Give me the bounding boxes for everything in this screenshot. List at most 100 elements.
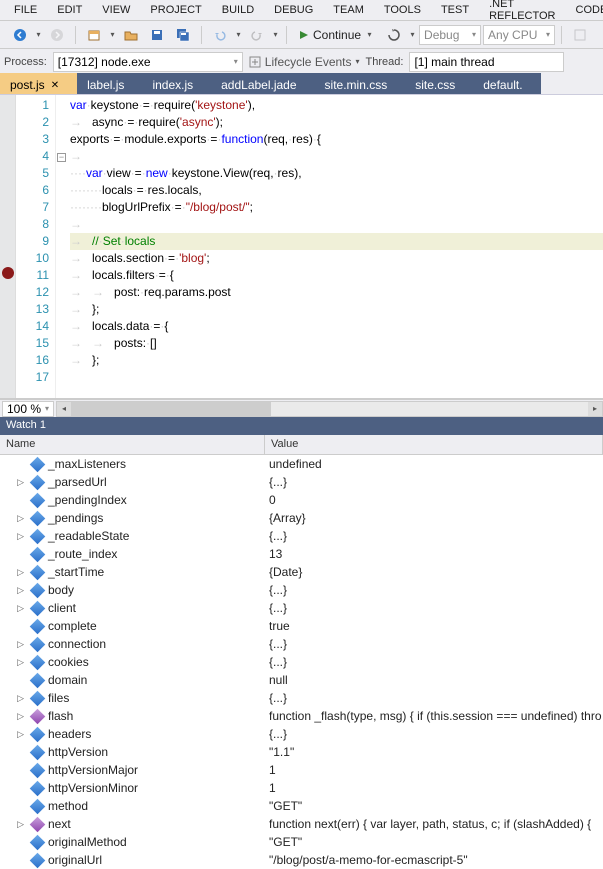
- lifecycle-button[interactable]: Lifecycle Events ▾: [249, 55, 360, 69]
- new-project-drop[interactable]: ▾: [108, 30, 117, 39]
- breakpoint-icon[interactable]: [2, 267, 14, 279]
- tab-site-css[interactable]: site.css: [405, 73, 473, 94]
- menu-file[interactable]: FILE: [4, 2, 47, 18]
- undo-button[interactable]: [208, 24, 232, 46]
- code-area[interactable]: var·keystone·=·require('keystone'),→ asy…: [70, 95, 603, 398]
- watch-row[interactable]: ▷_startTime{Date}: [0, 563, 603, 581]
- expand-toggle[interactable]: ▷: [0, 603, 28, 614]
- watch-row[interactable]: completetrue: [0, 617, 603, 635]
- watch-body[interactable]: _maxListenersundefined ▷ _parsedUrl {...} _p…: [0, 455, 603, 869]
- expand-toggle[interactable]: ▷: [0, 585, 28, 596]
- horizontal-scrollbar[interactable]: ◂ ▸: [56, 401, 603, 417]
- watch-col-value[interactable]: Value: [265, 435, 603, 454]
- watch-row[interactable]: httpVersionMinor1: [0, 779, 603, 797]
- scroll-right-button[interactable]: ▸: [588, 402, 602, 416]
- watch-row[interactable]: ▷flashfunction _flash(type, msg) { if (t…: [0, 707, 603, 725]
- expand-toggle[interactable]: ▷: [0, 513, 28, 524]
- watch-row[interactable]: ▷_pendings{Array}: [0, 509, 603, 527]
- field-icon: [28, 639, 46, 650]
- watch-row[interactable]: httpVersion"1.1": [0, 743, 603, 761]
- menu-test[interactable]: TEST: [431, 2, 479, 18]
- tab-site-min-css[interactable]: site.min.css: [315, 73, 406, 94]
- watch-row[interactable]: httpVersionMajor1: [0, 761, 603, 779]
- menu-reflector[interactable]: .NET REFLECTOR: [479, 0, 565, 24]
- watch-value: {...}: [265, 601, 603, 615]
- watch-name: headers: [46, 727, 265, 741]
- save-all-button[interactable]: [171, 24, 195, 46]
- menu-debug[interactable]: DEBUG: [264, 2, 323, 18]
- watch-name: complete: [46, 619, 265, 633]
- nav-back-drop[interactable]: ▾: [34, 30, 43, 39]
- watch-row[interactable]: ▷files{...}: [0, 689, 603, 707]
- restart-drop[interactable]: ▾: [408, 30, 417, 39]
- fold-column[interactable]: −: [56, 95, 70, 398]
- code-editor[interactable]: 1234567891011121314151617 − var·keystone…: [0, 95, 603, 399]
- open-button[interactable]: [119, 24, 143, 46]
- continue-drop[interactable]: ▾: [365, 30, 374, 39]
- nav-back-button[interactable]: [8, 24, 32, 46]
- config-combo[interactable]: Debug▾: [419, 25, 481, 45]
- zoom-combo[interactable]: 100 %▾: [2, 401, 54, 417]
- watch-value: 1: [265, 781, 603, 795]
- menu-build[interactable]: BUILD: [212, 2, 264, 18]
- redo-button[interactable]: [245, 24, 269, 46]
- watch-value: 1: [265, 763, 603, 777]
- redo-drop[interactable]: ▾: [271, 30, 280, 39]
- thread-combo[interactable]: [1] main thread: [409, 52, 564, 72]
- tab-close-icon[interactable]: ✕: [51, 80, 59, 91]
- watch-row[interactable]: domainnull: [0, 671, 603, 689]
- expand-toggle[interactable]: ▷: [0, 531, 28, 542]
- menu-tools[interactable]: TOOLS: [374, 2, 431, 18]
- breakpoint-margin[interactable]: [0, 95, 16, 398]
- menu-code[interactable]: CODE: [566, 2, 603, 18]
- save-button[interactable]: [145, 24, 169, 46]
- scroll-thumb[interactable]: [71, 402, 271, 416]
- undo-drop[interactable]: ▾: [234, 30, 243, 39]
- watch-row[interactable]: ▷_readableState{...}: [0, 527, 603, 545]
- watch-name: httpVersionMajor: [46, 763, 265, 777]
- watch-name: _pendings: [46, 511, 265, 525]
- expand-toggle[interactable]: ▷: [0, 819, 28, 830]
- watch-row[interactable]: _pendingIndex0: [0, 491, 603, 509]
- watch-name: _parsedUrl: [46, 475, 265, 489]
- watch-row[interactable]: ▷headers{...}: [0, 725, 603, 743]
- menu-project[interactable]: PROJECT: [140, 2, 211, 18]
- expand-toggle[interactable]: ▷: [0, 567, 28, 578]
- menu-view[interactable]: VIEW: [92, 2, 140, 18]
- tab-label-js[interactable]: label.js: [77, 73, 142, 94]
- watch-row[interactable]: ▷body{...}: [0, 581, 603, 599]
- watch-row[interactable]: ▷_parsedUrl{...}: [0, 473, 603, 491]
- fold-toggle[interactable]: −: [57, 153, 66, 162]
- watch-row[interactable]: originalUrl"/blog/post/a-memo-for-ecmasc…: [0, 851, 603, 869]
- watch-row[interactable]: ▷nextfunction next(err) { var layer, pat…: [0, 815, 603, 833]
- watch-row[interactable]: _maxListenersundefined: [0, 455, 603, 473]
- expand-toggle[interactable]: ▷: [0, 657, 28, 668]
- new-project-button[interactable]: [82, 24, 106, 46]
- restart-button[interactable]: [382, 24, 406, 46]
- watch-panel-title[interactable]: Watch 1: [0, 417, 603, 435]
- scroll-left-button[interactable]: ◂: [57, 402, 71, 416]
- process-combo[interactable]: [17312] node.exe▾: [53, 52, 243, 72]
- platform-combo[interactable]: Any CPU▾: [483, 25, 555, 45]
- expand-toggle[interactable]: ▷: [0, 639, 28, 650]
- tab-post-js[interactable]: post.js✕: [0, 73, 77, 94]
- watch-row[interactable]: ▷cookies{...}: [0, 653, 603, 671]
- watch-row[interactable]: method"GET": [0, 797, 603, 815]
- menu-edit[interactable]: EDIT: [47, 2, 92, 18]
- tab-index-js[interactable]: index.js: [142, 73, 211, 94]
- watch-row[interactable]: _route_index13: [0, 545, 603, 563]
- expand-toggle[interactable]: ▷: [0, 711, 28, 722]
- menu-team[interactable]: TEAM: [323, 2, 374, 18]
- tab-addLabel-jade[interactable]: addLabel.jade: [211, 73, 314, 94]
- expand-toggle[interactable]: ▷: [0, 693, 28, 704]
- expand-toggle[interactable]: ▷: [0, 729, 28, 740]
- field-icon: [28, 657, 46, 668]
- watch-col-name[interactable]: Name: [0, 435, 265, 454]
- watch-row[interactable]: ▷connection{...}: [0, 635, 603, 653]
- continue-button[interactable]: Continue ▾: [293, 28, 380, 42]
- menubar: FILE EDIT VIEW PROJECT BUILD DEBUG TEAM …: [0, 0, 603, 20]
- tab-default-[interactable]: default.: [473, 73, 540, 94]
- expand-toggle[interactable]: ▷: [0, 477, 28, 488]
- watch-name: _maxListeners: [46, 457, 265, 471]
- watch-row[interactable]: ▷client{...}: [0, 599, 603, 617]
